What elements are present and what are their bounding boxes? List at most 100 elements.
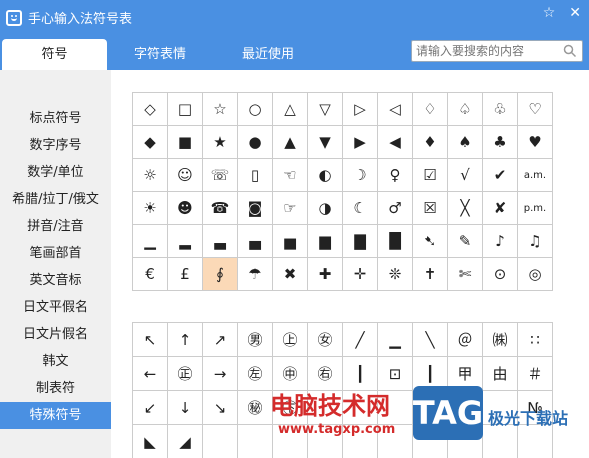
symbol-cell[interactable]: € <box>133 258 168 291</box>
symbol-cell[interactable]: ♫ <box>518 225 553 258</box>
symbol-cell[interactable]: ⊙ <box>483 258 518 291</box>
symbol-cell[interactable] <box>378 391 413 425</box>
symbol-cell[interactable]: ☻ <box>168 192 203 225</box>
symbol-cell[interactable]: ↗ <box>203 323 238 357</box>
symbol-cell[interactable]: ▁ <box>133 225 168 258</box>
symbol-cell[interactable]: 甲 <box>448 357 483 391</box>
symbol-cell[interactable]: № <box>518 391 553 425</box>
symbol-cell[interactable]: ▁ <box>378 323 413 357</box>
symbol-cell[interactable]: ▂ <box>168 225 203 258</box>
symbol-cell[interactable]: ♡ <box>518 93 553 126</box>
symbol-cell[interactable]: ＠ <box>448 323 483 357</box>
symbol-cell[interactable]: ✛ <box>343 258 378 291</box>
symbol-cell[interactable]: ＃ <box>518 357 553 391</box>
symbol-cell[interactable]: ╱ <box>343 323 378 357</box>
symbol-cell[interactable]: ▇ <box>343 225 378 258</box>
sidebar-item-punctuation[interactable]: 标点符号 <box>0 105 111 132</box>
tab-emoticons[interactable]: 字符表情 <box>120 39 200 70</box>
symbol-cell[interactable]: ㊣ <box>168 357 203 391</box>
symbol-cell[interactable]: ▅ <box>273 225 308 258</box>
symbol-cell[interactable]: █ <box>378 225 413 258</box>
symbol-cell[interactable]: ㊤ <box>273 323 308 357</box>
symbol-cell[interactable]: ➷ <box>413 225 448 258</box>
symbol-cell[interactable] <box>343 391 378 425</box>
symbol-cell[interactable]: ▷ <box>343 93 378 126</box>
symbol-cell[interactable]: ◣ <box>133 425 168 458</box>
symbol-cell[interactable]: ♥ <box>518 126 553 159</box>
symbol-cell[interactable]: ☒ <box>413 192 448 225</box>
sidebar-item-phonetic[interactable]: 英文音标 <box>0 267 111 294</box>
symbol-cell[interactable]: □ <box>168 93 203 126</box>
symbol-cell[interactable] <box>308 391 343 425</box>
symbol-cell[interactable]: ↙ <box>133 391 168 425</box>
symbol-cell[interactable]: 由 <box>483 357 518 391</box>
symbol-cell[interactable]: ♠ <box>448 126 483 159</box>
symbol-cell[interactable] <box>483 425 518 458</box>
symbol-cell[interactable]: ▼ <box>308 126 343 159</box>
sidebar-item-korean[interactable]: 韩文 <box>0 348 111 375</box>
symbol-cell[interactable] <box>343 425 378 458</box>
symbol-cell[interactable]: ☺ <box>168 159 203 192</box>
search-input[interactable] <box>412 44 557 58</box>
symbol-cell[interactable]: ▯ <box>238 159 273 192</box>
symbol-cell[interactable]: ✝ <box>413 258 448 291</box>
symbol-cell[interactable]: ☜ <box>273 159 308 192</box>
symbol-cell[interactable]: ← <box>133 357 168 391</box>
symbol-cell[interactable]: ♪ <box>483 225 518 258</box>
symbol-cell[interactable]: ◑ <box>308 192 343 225</box>
symbol-cell[interactable]: £ <box>168 258 203 291</box>
symbol-cell[interactable]: ☽ <box>343 159 378 192</box>
symbol-cell[interactable]: ⊡ <box>378 357 413 391</box>
symbol-cell[interactable]: ♧ <box>483 93 518 126</box>
symbol-cell[interactable]: ㊙ <box>238 391 273 425</box>
symbol-cell[interactable]: ✄ <box>448 258 483 291</box>
symbol-cell[interactable] <box>378 425 413 458</box>
close-icon[interactable]: ✕ <box>569 5 581 21</box>
symbol-cell[interactable]: ☏ <box>203 159 238 192</box>
symbol-cell[interactable]: ㈱ <box>483 323 518 357</box>
symbol-cell[interactable]: ▽ <box>308 93 343 126</box>
symbol-cell[interactable]: ☞ <box>273 192 308 225</box>
symbol-cell[interactable]: √ <box>448 159 483 192</box>
symbol-cell[interactable] <box>413 425 448 458</box>
search-icon[interactable] <box>563 44 577 58</box>
symbol-cell[interactable]: ♢ <box>413 93 448 126</box>
symbol-cell[interactable]: ∷ <box>518 323 553 357</box>
symbol-cell[interactable]: ☾ <box>343 192 378 225</box>
symbol-cell[interactable] <box>273 425 308 458</box>
symbol-cell[interactable]: ■ <box>168 126 203 159</box>
symbol-cell[interactable] <box>448 425 483 458</box>
symbol-cell[interactable]: ✚ <box>308 258 343 291</box>
symbol-cell[interactable]: △ <box>273 93 308 126</box>
symbol-cell[interactable]: ╲ <box>413 323 448 357</box>
symbol-cell[interactable]: ◇ <box>133 93 168 126</box>
symbol-cell[interactable]: ☑ <box>413 159 448 192</box>
symbol-cell[interactable]: ◐ <box>308 159 343 192</box>
sidebar-item-box-drawing[interactable]: 制表符 <box>0 375 111 402</box>
symbol-cell[interactable]: ♤ <box>448 93 483 126</box>
sidebar-item-math-unit[interactable]: 数学/单位 <box>0 159 111 186</box>
symbol-cell[interactable]: ㊧ <box>238 357 273 391</box>
symbol-cell[interactable]: ㊨ <box>308 357 343 391</box>
symbol-cell[interactable]: ㊥ <box>273 357 308 391</box>
symbol-cell[interactable] <box>308 425 343 458</box>
symbol-cell[interactable]: ┃ <box>413 357 448 391</box>
symbol-cell[interactable]: ✔ <box>483 159 518 192</box>
symbol-cell[interactable]: ◆ <box>133 126 168 159</box>
symbol-cell[interactable]: ▄ <box>238 225 273 258</box>
symbol-cell[interactable]: ☼ <box>133 159 168 192</box>
symbol-cell[interactable]: ♂ <box>378 192 413 225</box>
sidebar-item-greek-latin-russian[interactable]: 希腊/拉丁/俄文 <box>0 186 111 213</box>
symbol-cell[interactable]: ○ <box>238 93 273 126</box>
symbol-cell[interactable]: ◎ <box>518 258 553 291</box>
symbol-cell[interactable]: ㊦ <box>273 391 308 425</box>
symbol-cell[interactable]: ↑ <box>168 323 203 357</box>
symbol-cell[interactable]: ▃ <box>203 225 238 258</box>
symbol-cell[interactable]: ☆ <box>203 93 238 126</box>
symbol-cell[interactable]: ❊ <box>378 258 413 291</box>
symbol-cell[interactable]: ✘ <box>483 192 518 225</box>
symbol-cell[interactable]: ✎ <box>448 225 483 258</box>
symbol-cell[interactable] <box>413 391 448 425</box>
sidebar-item-katakana[interactable]: 日文片假名 <box>0 321 111 348</box>
symbol-cell[interactable]: ☀ <box>133 192 168 225</box>
